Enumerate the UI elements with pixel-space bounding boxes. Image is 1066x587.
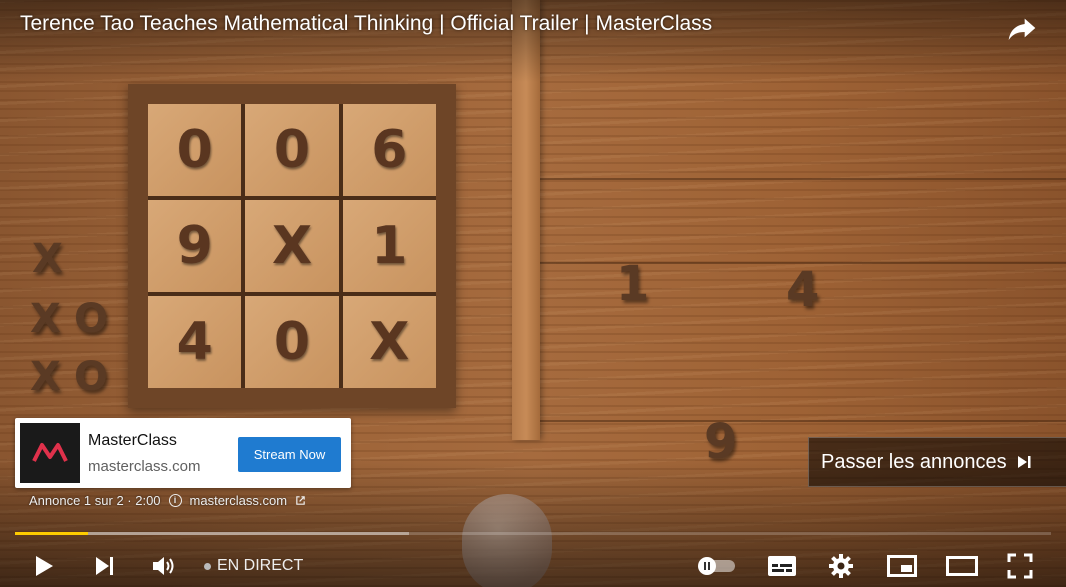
loose-piece: 1: [616, 256, 650, 312]
live-dot: [204, 562, 211, 570]
loose-piece: 4: [786, 262, 820, 318]
board-tile: 6: [342, 104, 436, 196]
wooden-divider: [512, 0, 540, 440]
board-tile: X: [342, 296, 436, 388]
fullscreen-icon[interactable]: [1002, 550, 1038, 582]
loose-piece: X: [30, 354, 61, 400]
miniplayer-icon[interactable]: [884, 550, 920, 582]
loose-piece: 9: [704, 414, 738, 470]
board-tile: 4: [148, 296, 242, 388]
subtitles-icon[interactable]: [764, 550, 800, 582]
board-tile: 0: [245, 296, 339, 388]
progress-played: [15, 532, 88, 535]
stream-now-button[interactable]: Stream Now: [238, 437, 341, 472]
autoplay-toggle[interactable]: [697, 557, 737, 575]
progress-bar[interactable]: [15, 532, 1051, 535]
board-tile: X: [245, 200, 339, 292]
live-indicator[interactable]: EN DIRECT: [204, 557, 303, 575]
next-icon[interactable]: [87, 550, 123, 582]
loose-piece: O: [74, 354, 109, 400]
ad-counter: Annonce 1 sur 2 · 2:00: [29, 493, 161, 508]
external-link-icon[interactable]: [295, 495, 306, 506]
info-icon[interactable]: i: [168, 494, 182, 507]
skip-ads-button[interactable]: Passer les annonces: [808, 437, 1066, 487]
ad-info-bar: Annonce 1 sur 2 · 2:00 i masterclass.com: [29, 493, 306, 508]
ad-card[interactable]: MasterClass masterclass.com Stream Now: [15, 418, 351, 488]
board-tile: 9: [148, 200, 242, 292]
theater-icon[interactable]: [944, 550, 980, 582]
masterclass-m-icon: [32, 443, 68, 462]
skip-ads-label: Passer les annonces: [821, 450, 1007, 473]
loose-piece: X: [32, 236, 63, 282]
share-icon[interactable]: [1006, 12, 1038, 44]
loose-piece: O: [74, 296, 109, 342]
volume-icon[interactable]: [146, 550, 182, 582]
board-tile: 1: [342, 200, 436, 292]
live-label: EN DIRECT: [217, 557, 304, 574]
advertiser-domain[interactable]: masterclass.com: [88, 458, 201, 475]
play-icon[interactable]: [26, 550, 62, 582]
loose-piece: X: [30, 296, 61, 342]
advertiser-name[interactable]: MasterClass: [88, 432, 177, 450]
video-title[interactable]: Terence Tao Teaches Mathematical Thinkin…: [20, 12, 712, 36]
board-tile: 0: [245, 104, 339, 196]
tic-tac-toe-board: 0 0 6 9 X 1 4 0 X: [128, 84, 456, 408]
masterclass-logo[interactable]: [20, 423, 80, 483]
player-controls: EN DIRECT: [0, 546, 1066, 586]
skip-next-icon: [1017, 456, 1031, 468]
settings-icon[interactable]: [823, 550, 859, 582]
board-tile: 0: [148, 104, 242, 196]
ad-info-domain[interactable]: masterclass.com: [190, 493, 288, 508]
